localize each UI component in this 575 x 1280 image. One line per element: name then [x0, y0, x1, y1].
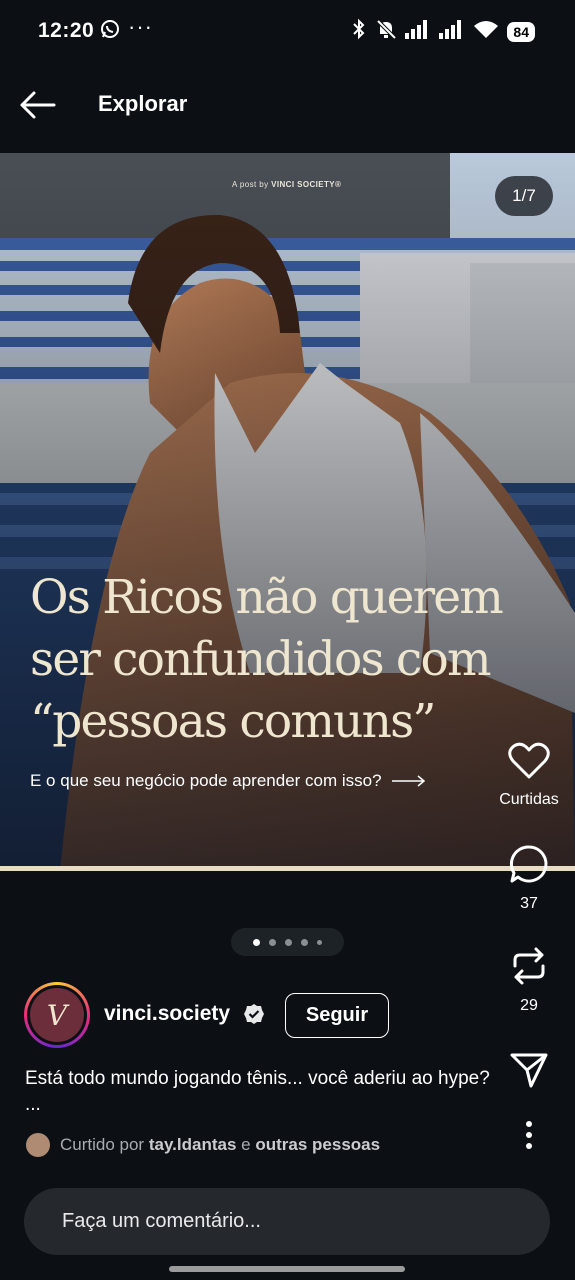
post-credit-brand: VINCI SOCIETY® [271, 180, 342, 189]
more-action[interactable] [494, 1120, 564, 1155]
liked-by-text: Curtido por tay.ldantas e outras pessoas [60, 1135, 380, 1155]
post-subline-text: E o que seu negócio pode aprender com is… [30, 771, 382, 790]
repost-icon[interactable] [509, 946, 549, 991]
slide-counter: 1/7 [495, 176, 553, 216]
post-photo [0, 153, 575, 871]
back-arrow-icon[interactable] [18, 89, 58, 121]
repost-count: 29 [520, 997, 538, 1014]
mute-icon [375, 18, 397, 45]
whatsapp-icon [100, 19, 120, 44]
battery-indicator: 84 [507, 21, 535, 42]
post-headline: Os Ricos não querem ser confundidos com … [30, 567, 540, 753]
wifi-icon [473, 19, 499, 44]
repost-action[interactable]: 29 [494, 946, 564, 1015]
verified-icon [243, 1003, 265, 1030]
liked-by-prefix: Curtido por [60, 1135, 145, 1154]
signal-icon-2 [439, 19, 465, 44]
more-notifications-icon: ··· [128, 14, 153, 39]
pager-dot [317, 939, 322, 945]
page-title: Explorar [98, 91, 188, 116]
share-icon[interactable] [509, 1050, 549, 1095]
pager-dot [269, 938, 276, 946]
headline-line-1: Os Ricos não querem [30, 570, 504, 625]
follow-button[interactable]: Seguir [285, 993, 389, 1038]
share-action[interactable] [494, 1050, 564, 1095]
post-credit: A post by VINCI SOCIETY® [232, 180, 341, 189]
author-username[interactable]: vinci.society [104, 1002, 230, 1026]
liked-by-and: e [241, 1135, 251, 1154]
more-icon[interactable] [525, 1120, 533, 1155]
comment-input[interactable]: Faça um comentário... [24, 1188, 550, 1255]
pager-dot [301, 938, 308, 946]
post-subline: E o que seu negócio pode aprender com is… [30, 771, 426, 791]
heart-icon[interactable] [508, 742, 550, 785]
comment-count: 37 [520, 895, 538, 912]
author-avatar[interactable]: V [24, 982, 90, 1048]
top-bar: Explorar [0, 75, 575, 135]
status-bar: 12:20 ··· 84 [0, 0, 575, 62]
pager-dot [285, 938, 292, 946]
post-caption[interactable]: Está todo mundo jogando tênis... você ad… [25, 1066, 495, 1118]
avatar-logo: V [30, 988, 84, 1042]
post-image[interactable]: A post by VINCI SOCIETY® 1/7 Os Ricos nã… [0, 153, 575, 871]
carousel-pager [231, 928, 344, 956]
like-action[interactable]: Curtidas [494, 742, 564, 809]
headline-line-2: ser confundidos com [30, 632, 492, 687]
home-indicator[interactable] [169, 1266, 405, 1272]
liked-by[interactable]: Curtido por tay.ldantas e outras pessoas [26, 1133, 380, 1157]
arrow-right-icon [391, 775, 425, 787]
like-label: Curtidas [499, 791, 559, 808]
comment-action[interactable]: 37 [494, 844, 564, 913]
bluetooth-icon [351, 18, 367, 45]
status-time: 12:20 [38, 19, 95, 42]
liked-by-others[interactable]: outras pessoas [255, 1135, 380, 1154]
signal-icon [405, 19, 431, 44]
post-credit-prefix: A post by [232, 180, 269, 189]
comment-icon[interactable] [509, 844, 549, 889]
headline-line-3: “pessoas comuns” [30, 694, 436, 749]
liked-by-user[interactable]: tay.ldantas [149, 1135, 237, 1154]
pager-dot-active [253, 938, 260, 946]
liker-avatar [26, 1133, 50, 1157]
post-bottom-divider [0, 866, 575, 871]
